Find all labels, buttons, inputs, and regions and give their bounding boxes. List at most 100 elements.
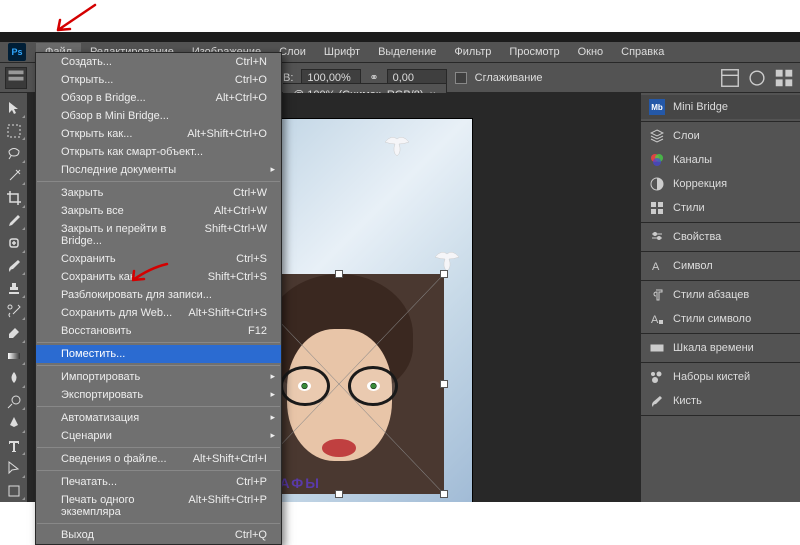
panel-layers[interactable]: Слои	[641, 124, 800, 148]
menu-item-label: Импортировать	[61, 371, 140, 383]
transform-handle-br[interactable]	[440, 490, 448, 498]
menu-item-label: Сведения о файле...	[61, 453, 167, 465]
menu-item-label: Печатать...	[61, 476, 117, 488]
stamp-tool[interactable]	[2, 278, 26, 299]
menu-item-обзор-в-bridge-[interactable]: Обзор в Bridge...Alt+Ctrl+O	[36, 89, 281, 107]
wand-tool[interactable]	[2, 166, 26, 187]
menu-item-shortcut: Ctrl+W	[233, 187, 267, 199]
menu-item-печатать-[interactable]: Печатать...Ctrl+P	[36, 473, 281, 491]
panel-adjustments[interactable]: Коррекция	[641, 172, 800, 196]
brush-icon	[649, 393, 665, 409]
ps-logo: Ps	[8, 43, 26, 61]
menu-item-label: Закрыть все	[61, 205, 124, 217]
menu-item-закрыть[interactable]: ЗакрытьCtrl+W	[36, 184, 281, 202]
menu-item-закрыть-все[interactable]: Закрыть все Alt+Ctrl+W	[36, 202, 281, 220]
menu-item-shortcut: Alt+Ctrl+W	[214, 205, 267, 217]
menu-item-открыть-как-смарт-объект-[interactable]: Открыть как смарт-объект...	[36, 143, 281, 161]
active-tool-preset[interactable]	[5, 67, 27, 89]
menu-item-разблокировать-для-записи-[interactable]: Разблокировать для записи...	[36, 286, 281, 304]
blur-tool[interactable]	[2, 368, 26, 389]
menu-item-поместить-[interactable]: Поместить...	[36, 345, 281, 363]
width-label: В:	[283, 72, 293, 84]
menu-item-сведения-о-файле-[interactable]: Сведения о файле...Alt+Shift+Ctrl+I	[36, 450, 281, 468]
type-tool[interactable]	[2, 436, 26, 457]
menu-item-сценарии[interactable]: Сценарии	[36, 427, 281, 445]
menu-item-label: Обзор в Mini Bridge...	[61, 110, 169, 122]
menu-separator	[37, 181, 280, 182]
marquee-tool[interactable]	[2, 121, 26, 142]
transform-handle-mr[interactable]	[440, 380, 448, 388]
panel-para-styles[interactable]: Стили абзацев	[641, 283, 800, 307]
menu-item-сохранить-как-[interactable]: Сохранить как...Shift+Ctrl+S	[36, 268, 281, 286]
panel-label: Коррекция	[673, 178, 727, 190]
menu-item-обзор-в-mini-bridge-[interactable]: Обзор в Mini Bridge...	[36, 107, 281, 125]
menu-item-сохранить[interactable]: СохранитьCtrl+S	[36, 250, 281, 268]
pen-tool[interactable]	[2, 413, 26, 434]
mini-bridge-icon: Mb	[649, 99, 665, 115]
menu-item-label: Сохранить	[61, 253, 116, 265]
menu-window[interactable]: Окно	[569, 43, 613, 61]
transform-handle-bc[interactable]	[335, 490, 343, 498]
menu-help[interactable]: Справка	[612, 43, 673, 61]
adjustments-icon	[649, 176, 665, 192]
transform-handle-tc[interactable]	[335, 270, 343, 278]
panel-styles[interactable]: Стили	[641, 196, 800, 220]
menu-view[interactable]: Просмотр	[500, 43, 568, 61]
panel-properties[interactable]: Свойства	[641, 225, 800, 249]
transform-handle-tr[interactable]	[440, 270, 448, 278]
menu-item-сохранить-для-web-[interactable]: Сохранить для Web...Alt+Shift+Ctrl+S	[36, 304, 281, 322]
eraser-tool[interactable]	[2, 323, 26, 344]
menu-item-shortcut: Alt+Shift+Ctrl+S	[188, 307, 267, 319]
menu-item-экспортировать[interactable]: Экспортировать	[36, 386, 281, 404]
menu-item-label: Выход	[61, 529, 94, 541]
smoothing-checkbox[interactable]	[455, 72, 467, 84]
char-styles-icon: A	[649, 311, 665, 327]
dodge-tool[interactable]	[2, 391, 26, 412]
brush-tool[interactable]	[2, 256, 26, 277]
panel-mini-bridge[interactable]: MbMini Bridge	[641, 95, 800, 119]
menu-item-выход[interactable]: ВыходCtrl+Q	[36, 526, 281, 544]
panel-char-styles[interactable]: AСтили символо	[641, 307, 800, 331]
panel-channels[interactable]: Каналы	[641, 148, 800, 172]
gradient-tool[interactable]	[2, 346, 26, 367]
settings-icon[interactable]	[746, 67, 768, 89]
panel-timeline[interactable]: Шкала времени	[641, 336, 800, 360]
menu-item-импортировать[interactable]: Импортировать	[36, 368, 281, 386]
heal-tool[interactable]	[2, 233, 26, 254]
menu-item-создать-[interactable]: Создать...Ctrl+N	[36, 53, 281, 71]
workspace-icon[interactable]	[719, 67, 741, 89]
menu-item-восстановить[interactable]: ВосстановитьF12	[36, 322, 281, 340]
lasso-tool[interactable]	[2, 143, 26, 164]
menu-item-открыть-[interactable]: Открыть...Ctrl+O	[36, 71, 281, 89]
move-tool[interactable]	[2, 98, 26, 119]
history-brush-tool[interactable]	[2, 301, 26, 322]
paragraph-styles-icon	[649, 287, 665, 303]
path-select-tool[interactable]	[2, 458, 26, 479]
menu-item-label: Открыть как смарт-объект...	[61, 146, 203, 158]
menu-item-автоматизация[interactable]: Автоматизация	[36, 409, 281, 427]
menu-type[interactable]: Шрифт	[315, 43, 369, 61]
menu-item-label: Автоматизация	[61, 412, 139, 424]
crop-tool[interactable]	[2, 188, 26, 209]
brush-presets-icon	[649, 369, 665, 385]
grid-icon[interactable]	[773, 67, 795, 89]
eyedrop-tool[interactable]	[2, 211, 26, 232]
styles-icon	[649, 200, 665, 216]
svg-text:A: A	[651, 314, 659, 326]
menu-item-label: Восстановить	[61, 325, 131, 337]
menu-item-печать-одного-экземпляра[interactable]: Печать одного экземпляраAlt+Shift+Ctrl+P	[36, 491, 281, 521]
menu-item-последние-документы[interactable]: Последние документы	[36, 161, 281, 179]
panel-label: Слои	[673, 130, 700, 142]
menu-item-shortcut: Alt+Shift+Ctrl+O	[187, 128, 267, 140]
panel-label: Символ	[673, 260, 713, 272]
panel-brush-presets[interactable]: Наборы кистей	[641, 365, 800, 389]
panel-character[interactable]: A Символ	[641, 254, 800, 278]
panel-label: Стили	[673, 202, 705, 214]
svg-text:A: A	[652, 261, 660, 273]
menu-filter[interactable]: Фильтр	[445, 43, 500, 61]
panel-brush[interactable]: Кисть	[641, 389, 800, 413]
menu-select[interactable]: Выделение	[369, 43, 445, 61]
shape-tool[interactable]	[2, 481, 26, 502]
menu-item-открыть-как-[interactable]: Открыть как...Alt+Shift+Ctrl+O	[36, 125, 281, 143]
menu-item-закрыть-и-перейти-в-bridge-[interactable]: Закрыть и перейти в Bridge...Shift+Ctrl+…	[36, 220, 281, 250]
